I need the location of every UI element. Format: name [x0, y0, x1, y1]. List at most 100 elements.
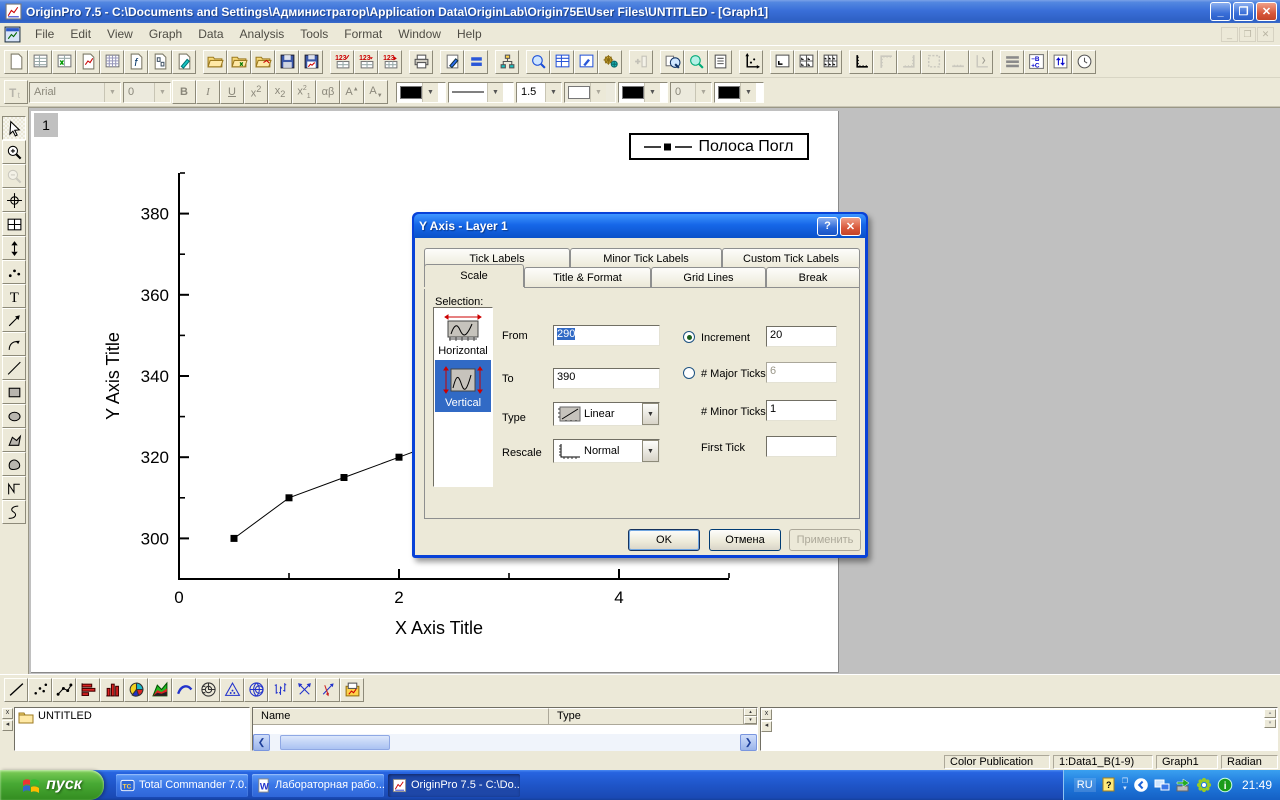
list-item-vertical[interactable]: Vertical: [435, 360, 491, 412]
new-matrix-button[interactable]: [100, 49, 124, 74]
data-selector-button[interactable]: [2, 236, 26, 260]
symbol-color-combo[interactable]: ▼: [618, 81, 668, 103]
area-plot-button[interactable]: [148, 677, 172, 702]
close-button[interactable]: ✕: [1256, 2, 1277, 21]
new-notes-button[interactable]: [172, 49, 196, 74]
language-indicator[interactable]: RU: [1073, 778, 1096, 792]
curved-arrow-button[interactable]: [2, 332, 26, 356]
taskbar-task-total-commander[interactable]: TC Total Commander 7.0...: [116, 773, 248, 797]
import-wizard-button[interactable]: 123: [378, 49, 402, 74]
ellipse-tool-button[interactable]: [2, 404, 26, 428]
text-tool-button[interactable]: T: [2, 284, 26, 308]
layer-1-badge[interactable]: 1: [34, 113, 58, 137]
taskbar-task-word-doc[interactable]: W Лабораторная рабо...: [252, 773, 384, 797]
spline-plot-button[interactable]: [172, 677, 196, 702]
new-project-button[interactable]: [4, 49, 28, 74]
increment-radio[interactable]: [683, 331, 695, 343]
freehand-tool-button[interactable]: [2, 500, 26, 524]
draft-view-button[interactable]: [440, 49, 464, 74]
add-4-layers-button[interactable]: [794, 49, 818, 74]
dialog-help-button[interactable]: ?: [817, 216, 838, 236]
from-input[interactable]: 290: [553, 325, 660, 346]
minor-ticks-input[interactable]: 1: [766, 400, 837, 421]
b-c-operation-button[interactable]: −B +C: [1024, 49, 1048, 74]
ok-button[interactable]: OK: [628, 529, 700, 551]
tree-pane-close-button[interactable]: x: [2, 708, 13, 719]
scroll-thumb[interactable]: [280, 735, 390, 750]
tab-grid-lines[interactable]: Grid Lines: [651, 267, 766, 287]
tab-title-format[interactable]: Title & Format: [524, 267, 651, 287]
new-excel-button[interactable]: [52, 49, 76, 74]
menu-item-help[interactable]: Help: [449, 24, 490, 44]
new-worksheet-button[interactable]: [28, 49, 52, 74]
polygon-tool-button[interactable]: [2, 428, 26, 452]
tree-pane-collapse-button[interactable]: ◂: [2, 720, 13, 731]
print-button[interactable]: [409, 49, 433, 74]
menu-item-file[interactable]: File: [27, 24, 62, 44]
new-function-button[interactable]: f: [124, 49, 148, 74]
collapse-chevron-icon[interactable]: [1133, 777, 1149, 793]
new-graph-button[interactable]: [76, 49, 100, 74]
new-layout-button[interactable]: [148, 49, 172, 74]
menu-item-view[interactable]: View: [99, 24, 141, 44]
results-pane-collapse-button[interactable]: ◂: [761, 721, 772, 732]
vector-xyam-button[interactable]: [316, 677, 340, 702]
pattern-color-combo[interactable]: ▼: [714, 81, 764, 103]
zoom-whole-page-button[interactable]: [684, 49, 708, 74]
first-tick-input[interactable]: [766, 436, 837, 457]
major-ticks-radio[interactable]: [683, 367, 695, 379]
save-template-button[interactable]: [299, 49, 323, 74]
menu-item-tools[interactable]: Tools: [292, 24, 336, 44]
column-header-name[interactable]: Name: [253, 708, 549, 724]
format-display-button[interactable]: [464, 49, 488, 74]
data-display-button[interactable]: [2, 212, 26, 236]
to-input[interactable]: 390: [553, 368, 660, 389]
restore-button[interactable]: ❐: [1233, 2, 1254, 21]
results-pane-close-button[interactable]: x: [761, 709, 772, 720]
rescale-combo[interactable]: Normal ▼: [553, 439, 660, 463]
rescale-axes-button[interactable]: [739, 49, 763, 74]
list-pane-spinner[interactable]: ▴ ▾: [744, 708, 757, 724]
minimize-button[interactable]: _: [1210, 2, 1231, 21]
ternary-plot-button[interactable]: [220, 677, 244, 702]
column-plot-button[interactable]: [100, 677, 124, 702]
arrow-tool-button[interactable]: [2, 308, 26, 332]
tab-scale[interactable]: Scale: [424, 264, 524, 287]
duplicate-with-zoom-button[interactable]: [660, 49, 684, 74]
draw-data-button[interactable]: [2, 260, 26, 284]
menu-item-graph[interactable]: Graph: [141, 24, 190, 44]
list-pane-hscrollbar[interactable]: ❮ ❯: [253, 734, 757, 751]
legend[interactable]: Полоса Погл: [629, 133, 809, 160]
open-template-button[interactable]: [251, 49, 275, 74]
line-width-combo[interactable]: 1.5 ▼: [516, 81, 562, 103]
date-time-button[interactable]: [1072, 49, 1096, 74]
zoom-tool-button[interactable]: [526, 49, 550, 74]
dialog-close-button[interactable]: ✕: [840, 216, 861, 236]
bar-plot-button[interactable]: [76, 677, 100, 702]
exchange-columns-button[interactable]: [1048, 49, 1072, 74]
network-icon[interactable]: [1154, 777, 1170, 793]
results-pane-spinner[interactable]: ▴ ▾: [1264, 708, 1277, 750]
keyboard-help-icon[interactable]: ?: [1101, 777, 1117, 793]
language-bar-options[interactable]: ❐ ▾: [1122, 778, 1128, 792]
import-multiple-ascii-button[interactable]: 123: [354, 49, 378, 74]
stock-plot-button[interactable]: [268, 677, 292, 702]
tab-minor-tick-labels[interactable]: Minor Tick Labels: [570, 248, 722, 268]
column-header-type[interactable]: Type: [549, 708, 744, 724]
import-ascii-button[interactable]: 123: [330, 49, 354, 74]
zoom-in-button[interactable]: [2, 140, 26, 164]
icq-flower-icon[interactable]: [1196, 777, 1212, 793]
region-tool-button[interactable]: [2, 452, 26, 476]
line-symbol-plot-button[interactable]: [52, 677, 76, 702]
line-plot-button[interactable]: [4, 677, 28, 702]
menu-item-edit[interactable]: Edit: [62, 24, 99, 44]
line-color-combo[interactable]: ▼: [396, 81, 446, 103]
tab-break[interactable]: Break: [766, 267, 860, 287]
add-9-layers-button[interactable]: [818, 49, 842, 74]
list-item-horizontal[interactable]: Horizontal: [435, 310, 491, 360]
rectangle-tool-button[interactable]: [2, 380, 26, 404]
info-icon[interactable]: i: [1217, 777, 1233, 793]
type-combo[interactable]: Linear ▼: [553, 402, 660, 426]
full-menus-button[interactable]: [708, 49, 732, 74]
taskbar-task-origin-app[interactable]: OriginPro 7.5 - C:\Do...: [388, 773, 520, 797]
